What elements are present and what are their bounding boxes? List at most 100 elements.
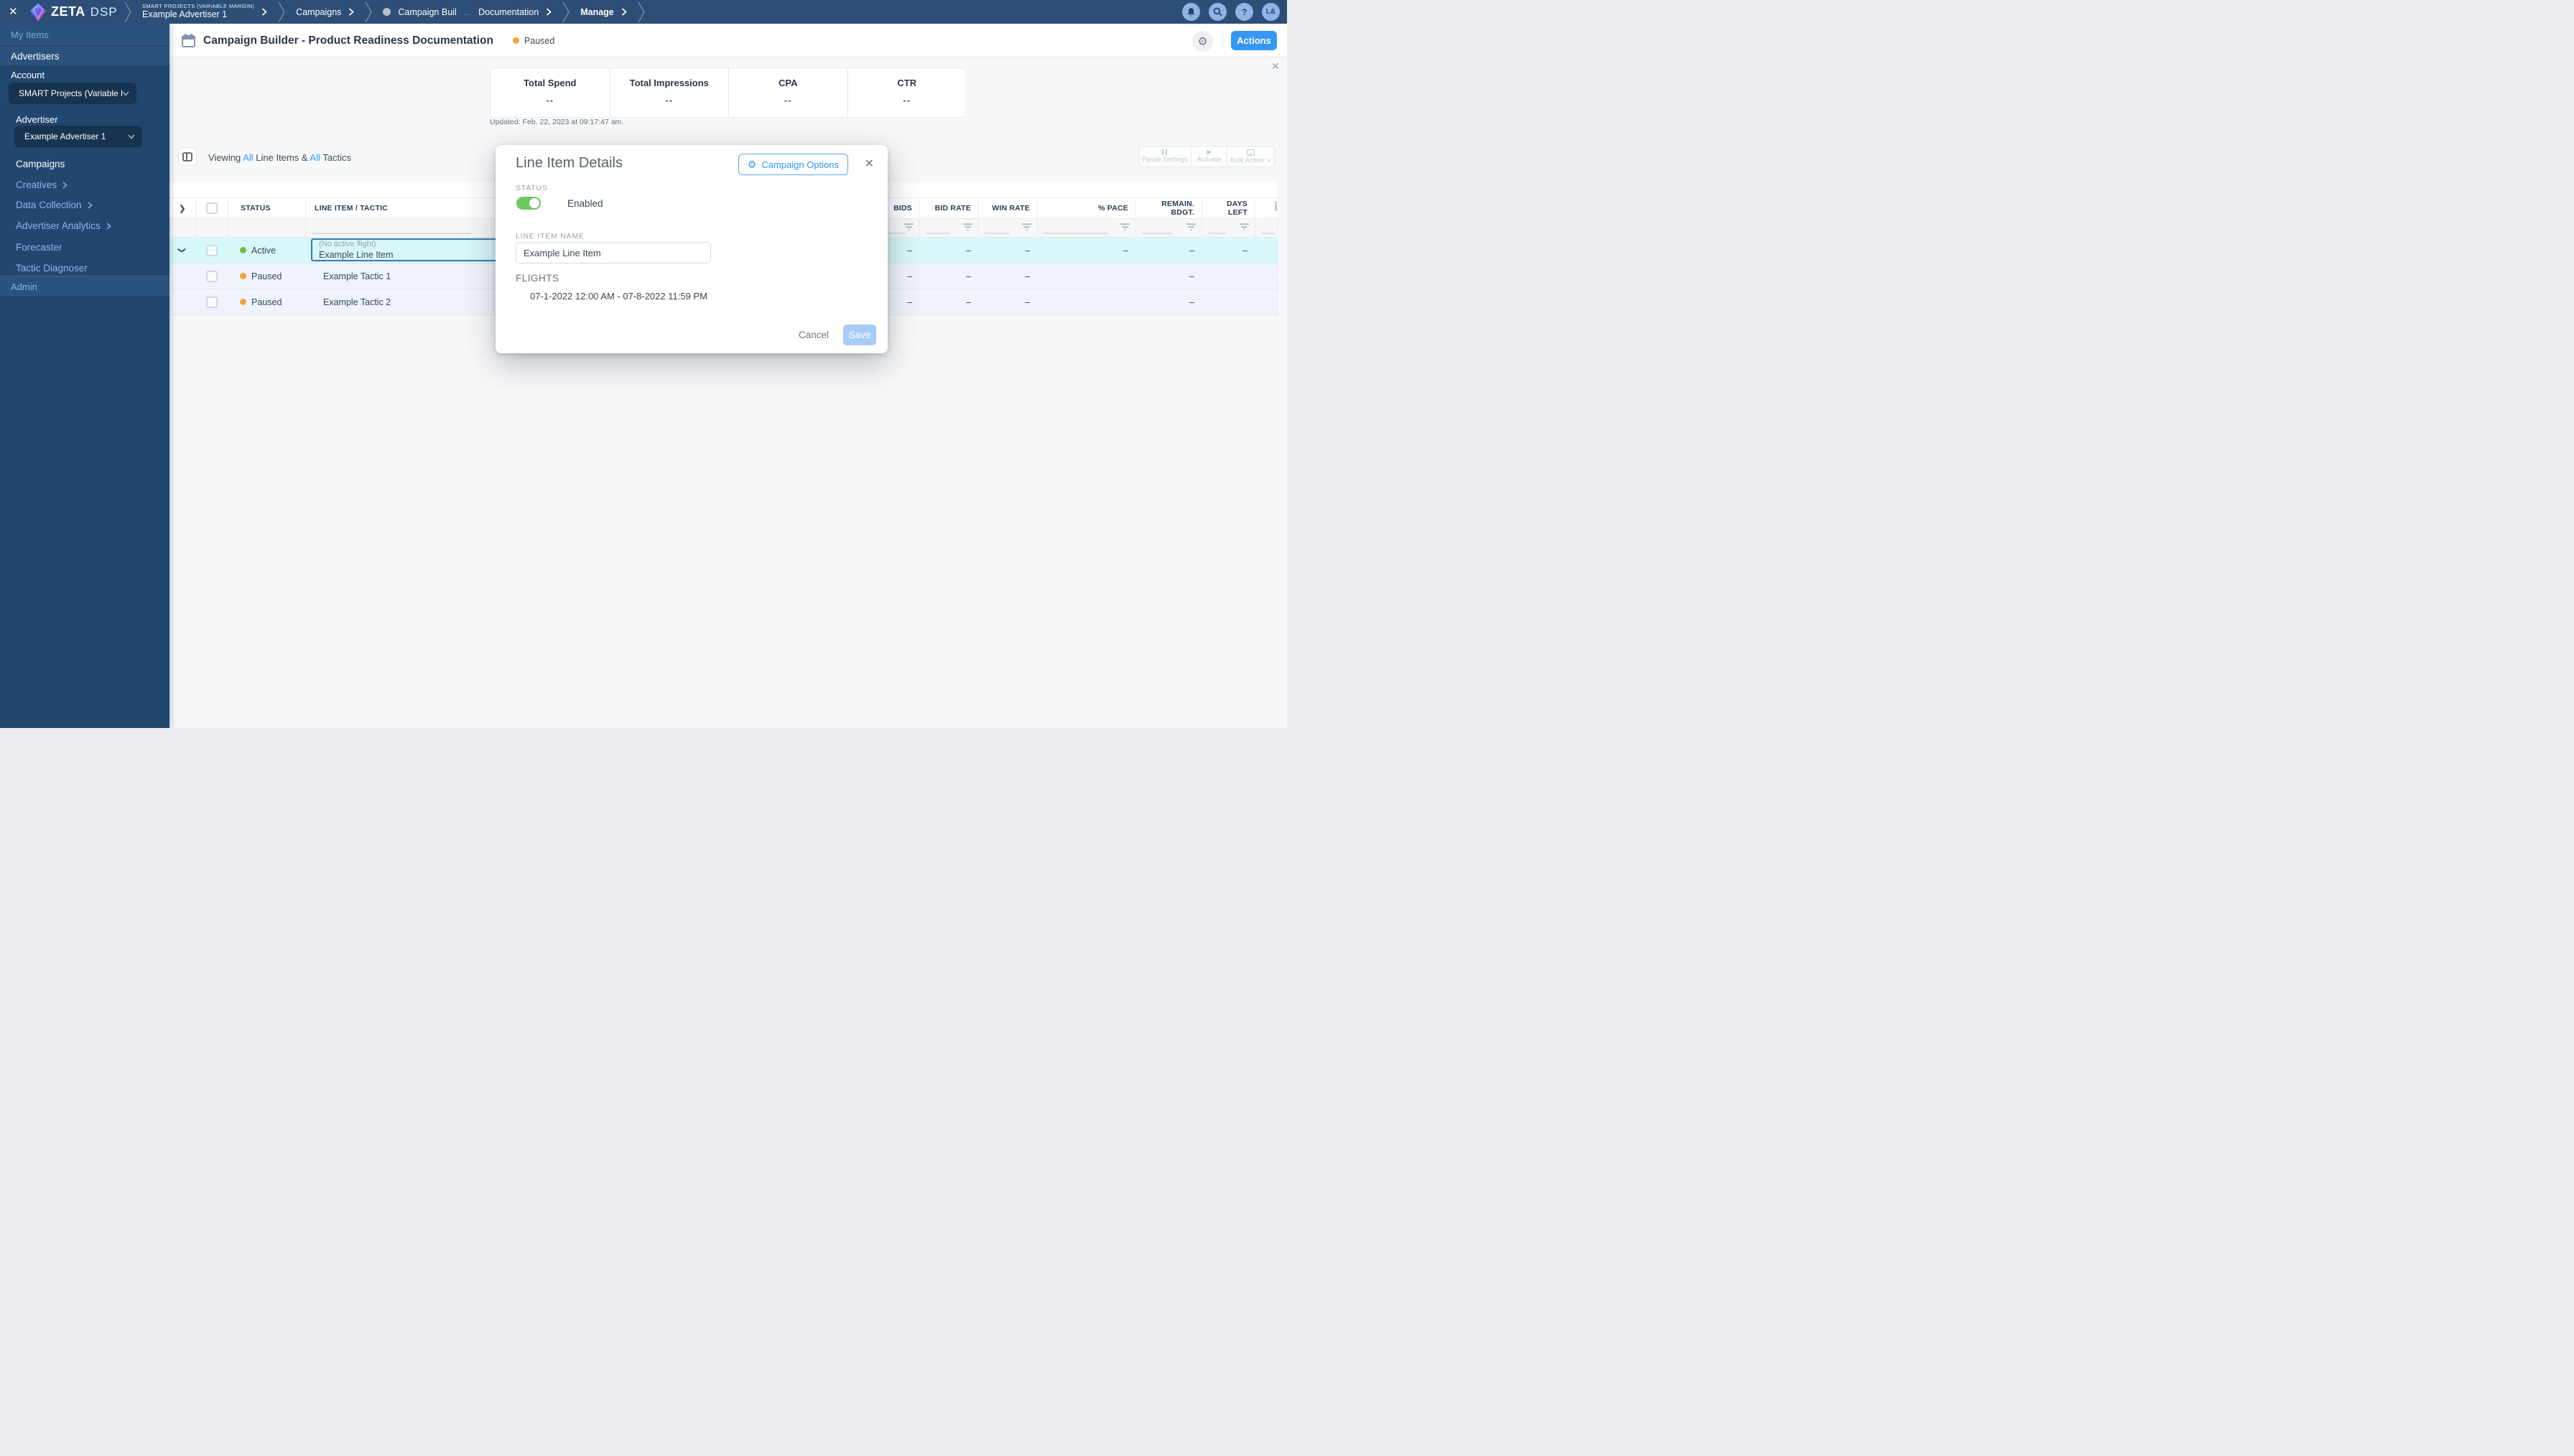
breadcrumb: SMART PROJECTS (VARIABLE MARGIN) Example…	[122, 0, 647, 24]
column-settings-button[interactable]	[178, 147, 197, 166]
stat-label: CTR	[897, 78, 917, 88]
status-toggle[interactable]	[516, 197, 541, 210]
cell-bid-rate: –	[966, 297, 971, 307]
column-header-days-left[interactable]: DAYS LEFT	[1202, 198, 1255, 218]
breadcrumb-campaigns[interactable]: Campaigns	[287, 7, 363, 17]
sidebar-item-label: Creatives	[16, 179, 57, 190]
paused-status-dot	[240, 299, 246, 305]
top-bar: ✕ ZETA DSP SMART PROJECTS (VARIABLE MARG…	[0, 0, 1287, 24]
user-avatar[interactable]: L&	[1262, 3, 1280, 21]
row-checkbox[interactable]	[205, 244, 218, 256]
table-scrollbar-thumb[interactable]	[1275, 201, 1277, 211]
select-all-checkbox[interactable]	[206, 202, 218, 214]
viewing-mid: Line Items &	[253, 152, 310, 163]
cell-win-rate: –	[1025, 297, 1030, 307]
cell-days-left	[1202, 289, 1255, 314]
expand-all-icon[interactable]: ❯	[179, 204, 185, 213]
calendar-icon	[182, 34, 195, 47]
search-icon	[1213, 7, 1222, 17]
pause-settings-button[interactable]: Pause Settings	[1139, 146, 1191, 167]
advertiser-select[interactable]: Example Advertiser 1	[14, 126, 142, 147]
cell-remaining-budget: –	[1189, 245, 1194, 256]
close-drawer-icon[interactable]: ✕	[9, 0, 18, 24]
cell-pace: –	[1123, 245, 1128, 256]
bell-icon	[1187, 7, 1195, 17]
cancel-button[interactable]: Cancel	[799, 330, 829, 340]
sidebar-item-my-items[interactable]: My Items	[0, 24, 169, 46]
pace-filter-input[interactable]	[1044, 233, 1108, 234]
stats-updated-timestamp: Updated: Feb. 22, 2023 at 09:17:47 am.	[490, 118, 624, 126]
campaign-status-badge: Paused	[512, 36, 554, 46]
sidebar-item-data-collection[interactable]: Data Collection	[16, 200, 93, 210]
sidebar-item-tactic-diagnoser[interactable]: Tactic Diagnoser	[16, 263, 88, 274]
line-item-filter-input[interactable]	[312, 233, 471, 234]
pause-settings-label: Pause Settings	[1142, 156, 1188, 164]
pause-icon	[1162, 149, 1168, 155]
filter-icon[interactable]	[1022, 223, 1031, 231]
sidebar-item-advertiser-analytics[interactable]: Advertiser Analytics	[16, 220, 111, 231]
modal-close-icon[interactable]: ✕	[865, 157, 874, 171]
filter-icon[interactable]	[904, 223, 914, 231]
column-header-bid-rate[interactable]: BID RATE	[919, 198, 978, 218]
remaining-budget-filter-input[interactable]	[1142, 233, 1172, 234]
column-header-pace[interactable]: % PACE	[1037, 198, 1135, 218]
bulk-action-button[interactable]: Bulk Action ∨	[1227, 146, 1274, 167]
settings-button[interactable]: ⚙	[1192, 31, 1213, 52]
row-checkbox[interactable]	[205, 296, 218, 308]
advertiser-select-value: Example Advertiser 1	[24, 131, 106, 141]
search-button[interactable]	[1209, 3, 1227, 21]
stat-label: Total Spend	[524, 78, 577, 88]
sidebar-item-advertisers[interactable]: Advertisers	[0, 46, 169, 67]
win-rate-filter-input[interactable]	[985, 233, 1009, 234]
filter-cell-overflow	[1255, 219, 1278, 237]
sidebar-item-label: Campaigns	[16, 159, 65, 169]
filter-icon[interactable]	[1186, 223, 1196, 231]
zeta-dsp-logo[interactable]: ZETA DSP	[30, 0, 118, 24]
breadcrumb-separator-icon	[365, 1, 373, 22]
cell-win-rate: –	[1025, 245, 1030, 256]
collapse-row-icon[interactable]: ❯	[178, 247, 187, 253]
viewing-summary: Viewing All Line Items & All Tactics	[208, 152, 351, 163]
my-items-label: My Items	[11, 29, 49, 40]
sidebar-item-label: Advertiser Analytics	[16, 220, 101, 231]
chevron-right-icon	[106, 222, 111, 230]
campaign-options-button[interactable]: ⚙ Campaign Options	[738, 154, 848, 175]
help-button[interactable]: ?	[1235, 3, 1253, 21]
breadcrumb-account[interactable]: SMART PROJECTS (VARIABLE MARGIN) Example…	[134, 3, 276, 21]
breadcrumb-manage[interactable]: Manage	[572, 7, 636, 17]
sidebar-item-creatives[interactable]: Creatives	[16, 179, 68, 190]
breadcrumb-campaign[interactable]: Campaign Buil ... Documentation	[374, 7, 560, 17]
sidebar-item-campaigns[interactable]: Campaigns	[16, 159, 65, 169]
line-item-name-input[interactable]	[516, 242, 711, 263]
campaign-options-label: Campaign Options	[761, 159, 839, 170]
filter-icon[interactable]	[963, 223, 972, 231]
column-header-win-rate[interactable]: WIN RATE	[978, 198, 1037, 218]
zeta-diamond-icon	[30, 2, 46, 22]
bids-filter-input[interactable]	[888, 233, 906, 234]
notifications-button[interactable]	[1182, 3, 1200, 21]
overflow-filter-input[interactable]	[1261, 233, 1276, 234]
row-checkbox[interactable]	[205, 270, 218, 282]
column-header-remaining-budget[interactable]: REMAIN. BDGT.	[1135, 198, 1202, 218]
bid-rate-filter-input[interactable]	[926, 233, 950, 234]
filter-icon[interactable]	[1240, 223, 1249, 231]
breadcrumb-account-eyebrow: SMART PROJECTS (VARIABLE MARGIN)	[142, 3, 255, 9]
all-line-items-link[interactable]: All	[243, 152, 253, 163]
all-tactics-link[interactable]: All	[310, 152, 320, 163]
stat-value: --	[903, 95, 911, 106]
bulk-action-label: Bulk Action	[1230, 156, 1265, 164]
column-header-status[interactable]: STATUS	[228, 198, 305, 218]
stat-ctr: CTR --	[847, 68, 967, 117]
stats-card: Total Spend -- Total Impressions -- CPA …	[490, 67, 967, 118]
save-button[interactable]: Save	[843, 325, 876, 345]
sidebar-item-admin[interactable]: Admin	[0, 276, 169, 297]
filter-icon[interactable]	[1120, 223, 1130, 231]
account-select[interactable]: SMART Projects (Variable M...	[9, 83, 136, 104]
bulk-toolbar: Pause Settings ▶ Activate Bulk Action ∨	[1138, 146, 1275, 167]
days-left-filter-input[interactable]	[1208, 233, 1227, 234]
stat-cpa: CPA --	[728, 68, 847, 117]
activate-button[interactable]: ▶ Activate	[1190, 146, 1227, 167]
stats-close-icon[interactable]: ✕	[1271, 60, 1280, 73]
actions-button[interactable]: Actions	[1231, 31, 1277, 50]
sidebar-item-forecaster[interactable]: Forecaster	[16, 242, 62, 253]
